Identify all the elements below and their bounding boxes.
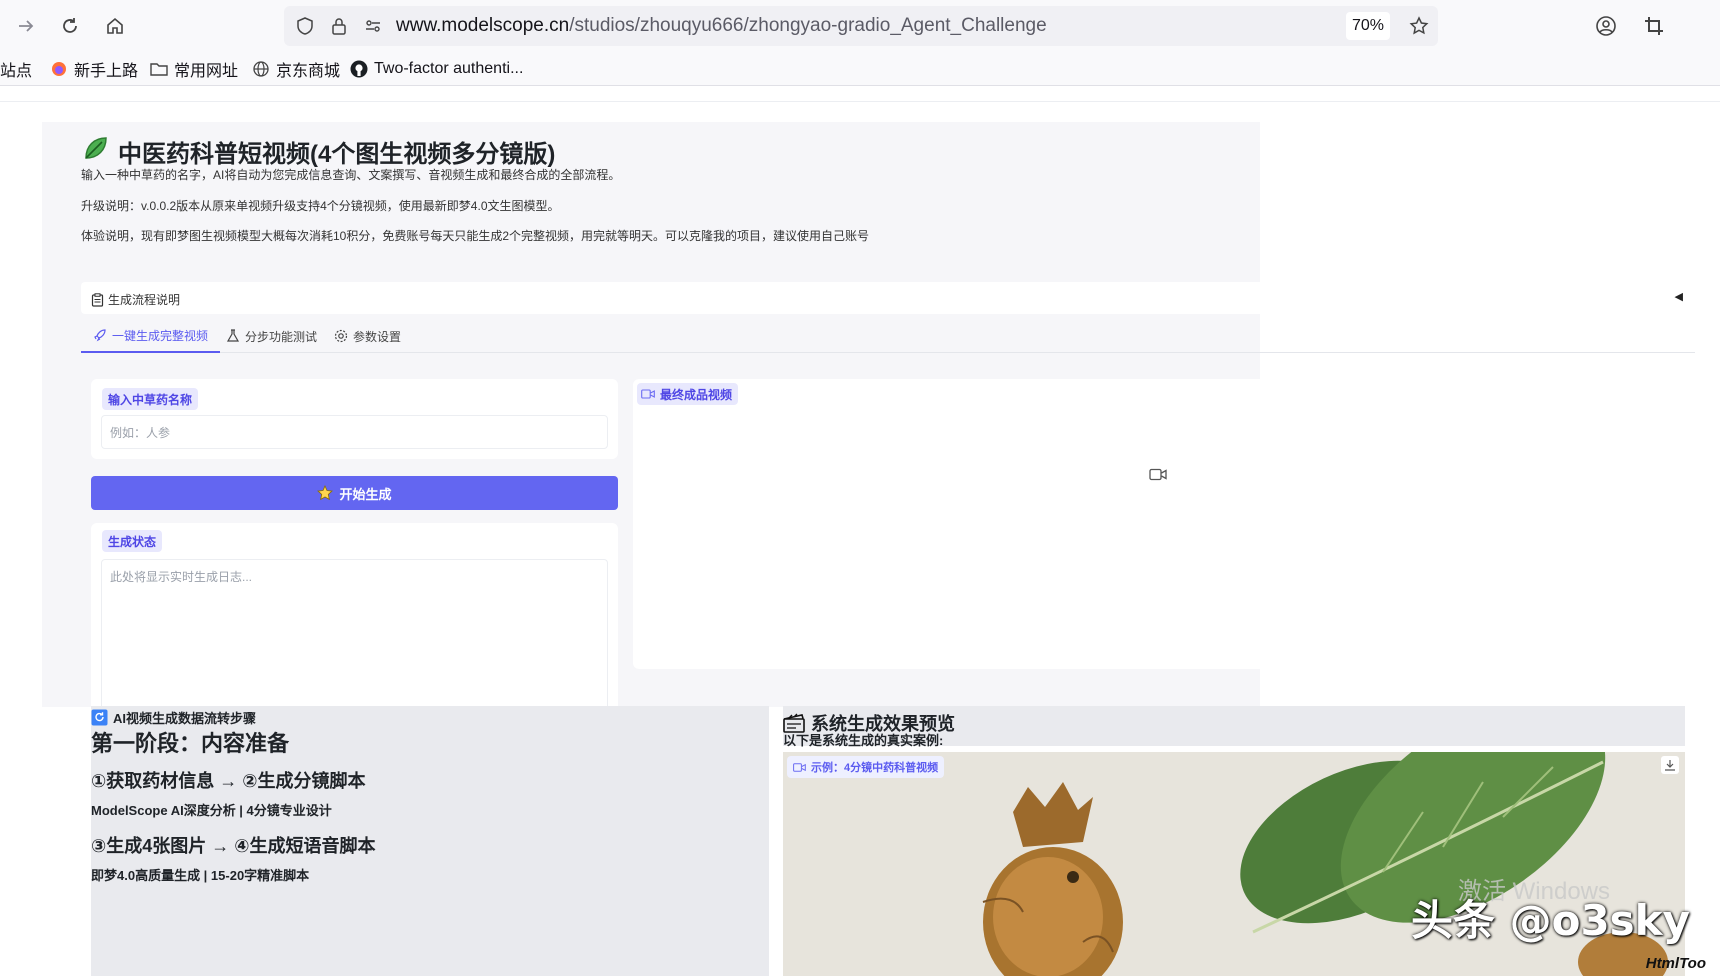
gear-icon (334, 329, 348, 343)
author-watermark: 头条 @o3sky (1410, 896, 1690, 945)
browser-toolbar: www.modelscope.cn/studios/zhouqyu666/zho… (0, 0, 1720, 52)
clipboard-icon (91, 292, 104, 307)
rocket-icon (93, 328, 107, 342)
bookmark-sites[interactable]: 站点 (0, 58, 32, 80)
herb-name-input[interactable]: 例如：人参 (101, 415, 608, 449)
description-1: 输入一种中草药的名字，AI将自动为您完成信息查询、文案撰写、音视频生成和最终合成… (81, 168, 621, 182)
step-1-2-desc: ModelScope AI深度分析 | 4分镜专业设计 (91, 803, 332, 818)
leaf-icon (82, 134, 110, 169)
home-icon[interactable] (101, 12, 129, 40)
account-icon[interactable] (1592, 12, 1620, 40)
tab-settings[interactable]: 参数设置 (322, 319, 413, 353)
status-label: 生成状态 (102, 530, 163, 552)
flask-icon (226, 329, 240, 343)
github-icon (350, 60, 368, 78)
step-3-4-desc: 即梦4.0高质量生成 | 15-20字精准脚本 (91, 868, 310, 883)
workflow-accordion[interactable]: 生成流程说明 ◀ (81, 282, 1695, 314)
zoom-level-badge[interactable]: 70% (1346, 12, 1390, 40)
tab-step-test[interactable]: 分步功能测试 (214, 319, 329, 353)
download-icon[interactable] (1661, 756, 1679, 774)
collapse-caret-icon[interactable]: ◀ (1675, 290, 1683, 303)
url-text[interactable]: www.modelscope.cn/studios/zhouqyu666/zho… (396, 15, 1047, 37)
bookmark-getting-started[interactable]: 新手上路 (50, 58, 138, 80)
tab-bar: 一键生成完整视频 分步功能测试 参数设置 (81, 319, 1695, 353)
step-1-2: ①获取药材信息 → ②生成分镜脚本 (91, 771, 366, 791)
bookmark-two-factor[interactable]: Two-factor authenti... (350, 58, 523, 80)
bookmarks-bar: 站点 新手上路 常用网址 京东商城 Two-factor authenti... (0, 52, 1720, 86)
workflow-heading: AI视频生成数据流转步骤 (91, 708, 256, 727)
page-title: 中医药科普短视频(4个图生视频多分镜版) (82, 134, 555, 169)
forward-icon[interactable] (12, 12, 40, 40)
video-placeholder-icon[interactable] (1149, 468, 1167, 486)
final-video-label: 最终成品视频 (637, 383, 739, 405)
lock-icon[interactable] (328, 15, 350, 37)
video-camera-icon (641, 389, 655, 399)
bookmark-jd[interactable]: 京东商城 (252, 58, 340, 80)
screenshot-crop-icon[interactable] (1640, 12, 1668, 40)
preview-subheading: 以下是系统生成的真实案例: (783, 733, 944, 748)
globe-icon (252, 60, 270, 78)
herb-input-label: 输入中草药名称 (102, 388, 199, 410)
start-generate-button[interactable]: 开始生成 (91, 476, 618, 510)
description-3: 体验说明，现有即梦图生视频模型大概每次消耗10积分，免费账号每天只能生成2个完整… (81, 229, 870, 243)
workflow-panel: AI视频生成数据流转步骤 第一阶段：内容准备 ①获取药材信息 → ②生成分镜脚本… (91, 706, 769, 976)
stage-heading: 第一阶段：内容准备 (91, 731, 290, 756)
firefox-icon (50, 60, 68, 78)
page-content: 中医药科普短视频(4个图生视频多分镜版) 输入一种中草药的名字，AI将自动为您完… (0, 86, 1720, 976)
permissions-icon[interactable] (362, 15, 384, 37)
tool-watermark: HtmlToo (1645, 955, 1706, 972)
bookmark-common-sites[interactable]: 常用网址 (150, 58, 238, 80)
address-bar[interactable]: www.modelscope.cn/studios/zhouqyu666/zho… (284, 6, 1438, 46)
herb-input-card: 输入中草药名称 例如：人参 (91, 379, 618, 459)
tab-one-click-generate[interactable]: 一键生成完整视频 (81, 319, 221, 353)
example-video-camera-icon (793, 762, 806, 772)
bookmark-star-icon[interactable] (1408, 15, 1430, 37)
final-video-card: 最终成品视频 (633, 379, 1685, 669)
folder-icon (150, 60, 168, 78)
description-2: 升级说明：v.0.0.2版本从原来单视频升级支持4个分镜视频，使用最新即梦4.0… (81, 199, 560, 213)
example-video-label: 示例：4分镜中药科普视频 (787, 756, 945, 778)
sparkle-star-icon (317, 485, 334, 501)
refresh-cycle-icon (91, 709, 108, 726)
step-3-4: ③生成4张图片 → ④生成短语音脚本 (91, 836, 376, 856)
accordion-label: 生成流程说明 (91, 291, 180, 308)
top-strip (0, 86, 1720, 102)
reload-icon[interactable] (56, 12, 84, 40)
shield-icon[interactable] (294, 15, 316, 37)
